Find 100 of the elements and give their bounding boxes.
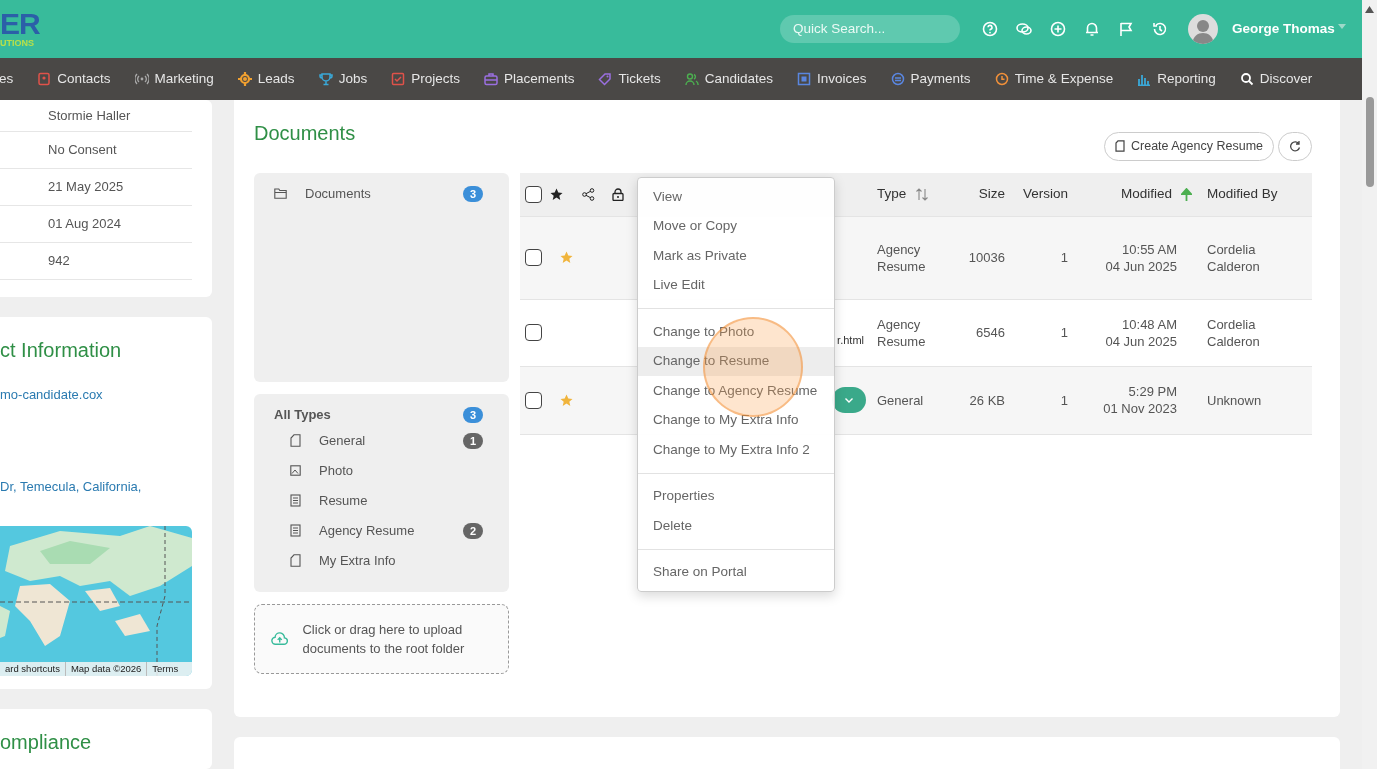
type-cell-text: General — [877, 391, 925, 409]
menu-item[interactable]: Live Edit — [638, 270, 834, 300]
folder-item[interactable]: Documents 3 — [274, 184, 483, 203]
modified-date: 04 Jun 2025 — [1105, 257, 1177, 275]
file-name-link[interactable]: r.html — [837, 331, 864, 349]
modified-by-cell-text: Cordelia Calderon — [1207, 240, 1261, 275]
chat-icon[interactable] — [1016, 20, 1032, 37]
menu-item[interactable]: Delete — [638, 511, 834, 541]
nav-item[interactable]: Tickets — [598, 68, 661, 89]
count-badge: 3 — [463, 185, 483, 202]
nav-item[interactable]: Discover — [1239, 68, 1313, 89]
address-link[interactable]: Dr, Temecula, California, — [0, 476, 212, 497]
avatar-icon[interactable] — [1188, 13, 1218, 44]
add-icon[interactable] — [1050, 20, 1066, 37]
terms-link[interactable]: Terms — [146, 662, 184, 677]
size-cell: 26 KB — [969, 391, 1005, 409]
type-filter-item[interactable]: My Extra Info — [319, 551, 483, 571]
nav-item[interactable]: Candidates — [684, 68, 774, 89]
modified-date: 04 Jun 2025 — [1105, 332, 1177, 350]
menu-item[interactable]: Properties — [638, 481, 834, 511]
count-badge: 2 — [463, 522, 483, 539]
nav-item[interactable]: Projects — [391, 68, 460, 89]
size-cell: 10036 — [968, 249, 1005, 267]
search-field[interactable]: Quick Search... — [780, 14, 960, 43]
folder-icon — [274, 188, 287, 200]
detail-value: Stormie Haller — [48, 106, 131, 125]
column-header[interactable]: Type — [877, 184, 907, 205]
select-all-checkbox[interactable] — [525, 185, 542, 203]
menu-item[interactable]: Change to Agency Resume — [638, 376, 834, 406]
scroll-up-icon[interactable] — [1365, 6, 1374, 13]
text-file-icon — [290, 494, 301, 508]
detail-value: 21 May 2025 — [48, 178, 124, 197]
upload-dropzone[interactable]: Click or drag here to upload documents to the root folder — [254, 603, 509, 674]
modified-date: 01 Nov 2023 — [1103, 400, 1177, 418]
refresh-button[interactable] — [1278, 131, 1312, 161]
row-checkbox[interactable] — [525, 391, 542, 409]
menu-item[interactable]: Change to My Extra Info — [638, 405, 834, 435]
nav-item[interactable]: Marketing — [134, 68, 214, 89]
type-cell-text: Agency Resume — [877, 315, 927, 350]
modified-by-cell-text: Unknown — [1207, 391, 1263, 409]
detail-value: 942 — [48, 252, 70, 271]
nav-item[interactable]: Jobs — [318, 68, 368, 89]
lock-icon — [612, 187, 624, 201]
menu-item[interactable]: Change to My Extra Info 2 — [638, 435, 834, 465]
nav-item[interactable]: es — [0, 68, 14, 89]
share-icon — [582, 187, 595, 201]
nav-item[interactable]: Invoices — [797, 68, 867, 89]
page-icon — [290, 554, 301, 568]
document-icon — [1115, 140, 1125, 153]
nav-item[interactable]: Payments — [890, 68, 971, 89]
section-heading: ompliance — [0, 731, 92, 754]
help-icon[interactable] — [982, 20, 998, 37]
flag-icon[interactable] — [1118, 20, 1134, 37]
nav-item[interactable]: Time & Expense — [994, 68, 1114, 89]
column-header[interactable]: Size — [978, 184, 1005, 205]
menu-item[interactable]: Share on Portal — [638, 557, 834, 587]
star-icon[interactable] — [560, 393, 573, 407]
menu-item[interactable]: Mark as Private — [638, 241, 834, 271]
row-checkbox[interactable] — [525, 249, 542, 267]
caret-icon — [1337, 24, 1346, 30]
type-filter-item[interactable]: Photo — [319, 461, 483, 481]
detail-value: No Consent — [48, 141, 117, 160]
map-data-text: Map data ©2026 — [64, 662, 147, 677]
menu-item[interactable]: Move or Copy — [638, 211, 834, 241]
column-header[interactable]: Modified By — [1207, 184, 1278, 205]
version-cell: 1 — [1060, 391, 1068, 409]
size-cell: 6546 — [976, 324, 1005, 342]
history-icon[interactable] — [1152, 20, 1168, 37]
version-cell: 1 — [1060, 324, 1068, 342]
detail-value: 01 Aug 2024 — [48, 215, 122, 234]
nav-item[interactable]: Contacts — [37, 68, 111, 89]
menu-item[interactable]: View — [638, 182, 834, 212]
row-checkbox[interactable] — [525, 324, 542, 342]
nav-item[interactable]: Reporting — [1137, 68, 1216, 89]
star-icon[interactable] — [560, 251, 573, 265]
type-filter-item[interactable]: General — [319, 431, 463, 451]
type-filter-item[interactable]: Agency Resume — [319, 521, 463, 541]
column-header[interactable]: Modified — [1120, 184, 1172, 205]
map-shortcuts-link[interactable]: ard shortcuts — [0, 662, 65, 677]
count-badge: 3 — [463, 406, 483, 423]
nav-item[interactable]: Leads — [237, 68, 295, 89]
section-heading: Documents — [254, 120, 356, 146]
create-agency-resume-button[interactable]: Create Agency Resume — [1104, 131, 1274, 161]
scrollbar-thumb[interactable] — [1365, 97, 1374, 187]
column-header[interactable]: Version — [1022, 184, 1068, 205]
nav-item[interactable]: Placements — [483, 68, 575, 89]
count-badge: 1 — [463, 432, 483, 449]
sort-ascending-icon — [1181, 187, 1192, 201]
star-icon — [550, 187, 563, 201]
upload-hint: Click or drag here to upload documents to the root folder — [302, 620, 466, 658]
logo-text: ER — [0, 9, 41, 40]
modified-time: 5:29 PM — [1128, 383, 1177, 401]
bell-icon[interactable] — [1084, 20, 1100, 37]
logo-tagline: UTIONS — [0, 39, 35, 49]
page-icon — [290, 434, 301, 448]
filter-heading[interactable]: All Types — [274, 405, 331, 425]
type-filter-item[interactable]: Resume — [319, 491, 483, 511]
modified-by-cell-text: Cordelia Calderon — [1207, 315, 1261, 350]
email-link[interactable]: mo-candidate.cox — [0, 385, 212, 405]
type-cell-text: Agency Resume — [877, 240, 927, 275]
